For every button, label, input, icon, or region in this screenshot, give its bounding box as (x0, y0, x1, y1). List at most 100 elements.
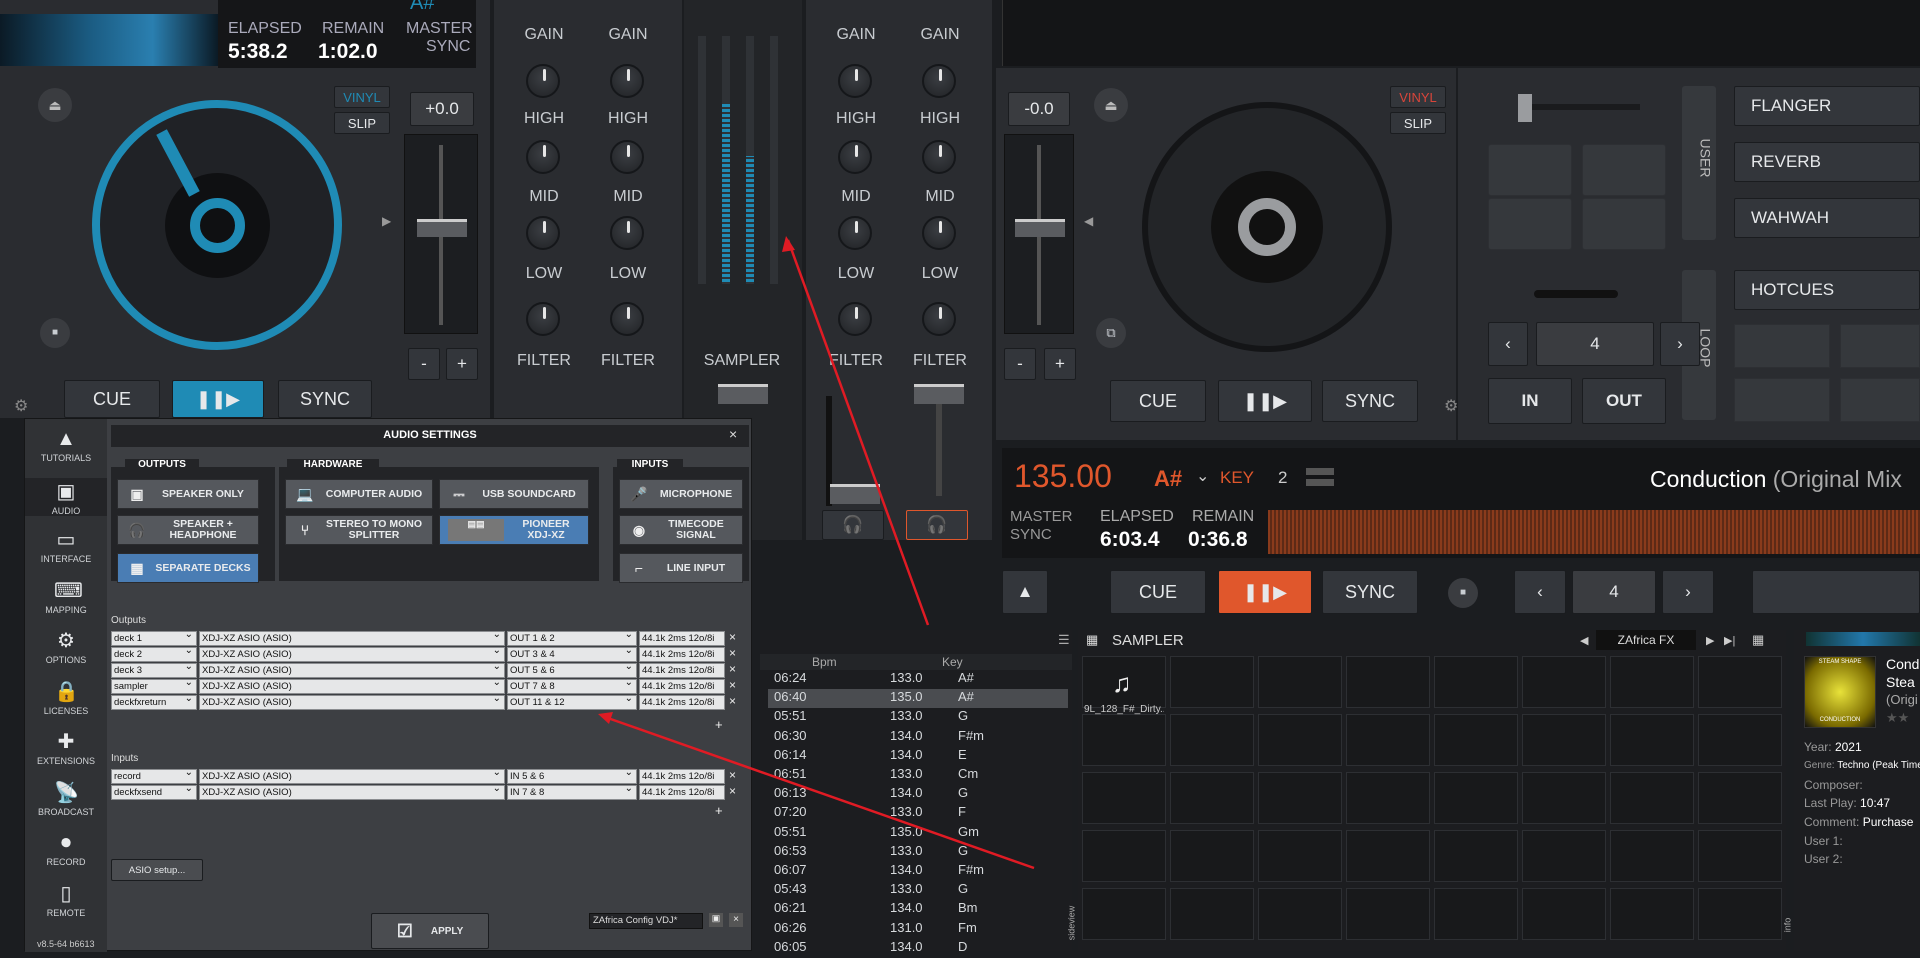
browser-row[interactable]: 05:43 133.0 G (768, 881, 1068, 900)
browser-row[interactable]: 06:05 134.0 D (768, 939, 1068, 958)
sampler-pad[interactable] (1434, 656, 1518, 708)
apply-button[interactable]: ☑ APPLY (371, 913, 489, 949)
right-sync2-button[interactable]: SYNC (1322, 570, 1418, 614)
browser-row[interactable]: 06:21 134.0 Bm (768, 900, 1068, 919)
input-fmt-select[interactable]: 44.1k 2ms 12o/8i (639, 785, 725, 800)
high-knob-2[interactable] (610, 140, 644, 174)
sidebar-item-tutorials[interactable]: ▲ TUTORIALS (25, 427, 107, 463)
sampler-pad[interactable] (1170, 888, 1254, 940)
high-knob-4[interactable] (922, 140, 956, 174)
sidebar-item-remote[interactable]: ▯ REMOTE (25, 882, 107, 918)
sampler-pad[interactable] (1082, 714, 1166, 766)
sampler-pad[interactable] (1434, 830, 1518, 882)
right-eject-button[interactable]: ⏏ (1094, 88, 1128, 122)
output-fmt-select[interactable]: 44.1k 2ms 12o/8i (639, 631, 725, 646)
vinyl-button[interactable]: VINYL (334, 86, 390, 108)
left-stop-button[interactable]: ■ (40, 318, 70, 348)
sampler-grid-icon[interactable]: ▦ (1086, 632, 1098, 648)
sideview-tab[interactable]: sideview (1066, 906, 1076, 941)
close-icon[interactable]: × (729, 426, 737, 442)
pioneer-xdj-button[interactable]: ▤▤ PIONEER XDJ-XZ (439, 515, 589, 545)
loop2-next-button[interactable]: › (1662, 570, 1714, 614)
gain-knob-3[interactable] (838, 64, 872, 98)
sampler-pad[interactable] (1258, 656, 1342, 708)
sampler-pad[interactable] (1522, 772, 1606, 824)
sampler-pad[interactable] (1698, 830, 1782, 882)
config-select[interactable]: ZAfrica Config VDJ* (589, 913, 703, 929)
remove-row-icon[interactable]: × (729, 662, 736, 676)
output-fmt-select[interactable]: 44.1k 2ms 12o/8i (639, 647, 725, 662)
channel-fader-4-handle[interactable] (914, 384, 964, 404)
right-cue2-button[interactable]: CUE (1110, 570, 1206, 614)
add-output-button[interactable]: + (715, 717, 723, 732)
fx-slider[interactable] (1520, 104, 1640, 110)
right-loop-icon[interactable]: ⧉ (1096, 318, 1126, 348)
low-knob-2[interactable] (610, 302, 644, 336)
gear-icon[interactable]: ⚙ (14, 396, 28, 416)
sidebar-item-record[interactable]: ⏺ RECORD (25, 831, 107, 867)
slip-button[interactable]: SLIP (334, 112, 390, 134)
sampler-pad[interactable] (1170, 830, 1254, 882)
right-jog-wheel[interactable] (1142, 102, 1392, 352)
input-name-select[interactable]: record (111, 769, 197, 784)
right-pitch-minus[interactable]: - (1004, 348, 1036, 380)
sampler-view-icon[interactable]: ▦ (1752, 632, 1764, 648)
sidebar-item-extensions[interactable]: ✚ EXTENSIONS (25, 730, 107, 766)
input-fmt-select[interactable]: 44.1k 2ms 12o/8i (639, 769, 725, 784)
sampler-pad[interactable] (1522, 714, 1606, 766)
key-chevron-icon[interactable]: ⌄ (1196, 466, 1209, 486)
loop-next-button[interactable]: › (1660, 322, 1700, 366)
left-sync-button[interactable]: SYNC (278, 380, 372, 418)
sampler-pad[interactable] (1698, 888, 1782, 940)
sampler-pad[interactable] (1082, 830, 1166, 882)
computer-audio-button[interactable]: 💻 COMPUTER AUDIO (285, 479, 433, 509)
sidebar-item-broadcast[interactable]: 📡 BROADCAST (25, 781, 107, 817)
right-gear-icon[interactable]: ⚙ (1444, 396, 1458, 416)
browser-row[interactable]: 06:13 134.0 G (768, 785, 1068, 804)
remove-row-icon[interactable]: × (729, 694, 736, 708)
right-play-button[interactable]: ❚❚▶ (1218, 380, 1312, 422)
mid-knob-3[interactable] (838, 216, 872, 250)
browser-row[interactable]: 06:30 134.0 F#m (768, 728, 1068, 747)
output-ch-select[interactable]: OUT 11 & 12 (507, 695, 637, 710)
remove-row-icon[interactable]: × (729, 784, 736, 798)
output-device-select[interactable]: XDJ-XZ ASIO (ASIO) (199, 663, 505, 678)
fx-select-1[interactable]: FLANGER (1734, 86, 1920, 126)
right-slip-button[interactable]: SLIP (1390, 112, 1446, 134)
eject-button[interactable]: ⏏ (38, 88, 72, 122)
sampler-pad[interactable] (1346, 772, 1430, 824)
info-tab[interactable]: info (1782, 918, 1792, 933)
browser-row[interactable]: 06:51 133.0 Cm (768, 766, 1068, 785)
line-input-button[interactable]: ⌐ LINE INPUT (619, 553, 743, 583)
low-knob-3[interactable] (838, 302, 872, 336)
sampler-pad[interactable] (1434, 772, 1518, 824)
sidebar-item-licenses[interactable]: 🔒 LICENSES (25, 680, 107, 716)
remove-row-icon[interactable]: × (729, 646, 736, 660)
remove-row-icon[interactable]: × (729, 630, 736, 644)
right-play2-button[interactable]: ❚❚▶ (1218, 570, 1312, 614)
gain-knob-2[interactable] (610, 64, 644, 98)
mid-knob-4[interactable] (922, 216, 956, 250)
browser-row[interactable]: 06:53 133.0 G (768, 843, 1068, 862)
loop-length-bar[interactable] (1534, 290, 1618, 298)
output-fmt-select[interactable]: 44.1k 2ms 12o/8i (639, 663, 725, 678)
sampler-pad[interactable] (1698, 656, 1782, 708)
left-pitch-slider[interactable] (404, 134, 478, 334)
input-ch-select[interactable]: IN 5 & 6 (507, 769, 637, 784)
sampler-pad[interactable] (1434, 714, 1518, 766)
stereo-mono-button[interactable]: ⑂ STEREO TO MONO SPLITTER (285, 515, 433, 545)
gain-knob-4[interactable] (922, 64, 956, 98)
fx-select-2[interactable]: REVERB (1734, 142, 1920, 182)
sidebar-item-interface[interactable]: ▭ INTERFACE (25, 528, 107, 564)
sampler-pad[interactable] (1170, 656, 1254, 708)
right-waveform[interactable] (1268, 510, 1920, 554)
sampler-pad[interactable] (1698, 772, 1782, 824)
fx-pad-4[interactable] (1582, 198, 1666, 250)
low-knob-1[interactable] (526, 302, 560, 336)
browser-menu-icon[interactable]: ☰ (1058, 632, 1070, 648)
remove-row-icon[interactable]: × (729, 768, 736, 782)
input-ch-select[interactable]: IN 7 & 8 (507, 785, 637, 800)
sidebar-item-mapping[interactable]: ⌨ MAPPING (25, 579, 107, 615)
loop-in-button[interactable]: IN (1488, 378, 1572, 424)
input-device-select[interactable]: XDJ-XZ ASIO (ASIO) (199, 769, 505, 784)
